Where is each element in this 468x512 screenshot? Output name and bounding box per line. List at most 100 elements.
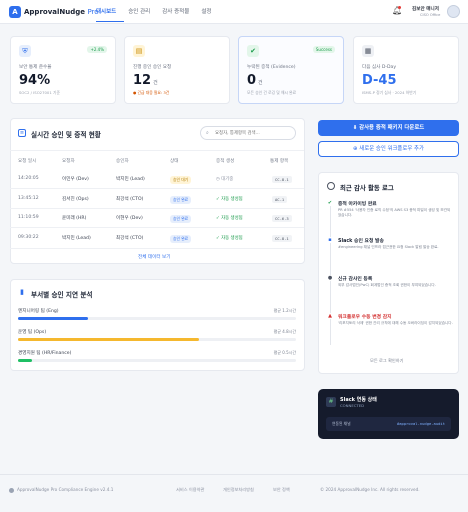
delay-dept: 운영 팀 (Ops) — [18, 330, 47, 335]
cell-time: 14:20:05 — [18, 176, 39, 181]
kpi-label: 진행 중인 승인 요청 — [133, 65, 172, 70]
kpi-value-number: 94% — [19, 73, 51, 88]
slack-title: Slack 연동 상태 — [340, 397, 377, 403]
kpi-unit: 건 — [258, 80, 263, 86]
user-role: CISO Office — [420, 13, 441, 17]
kpi-card-audit-dday[interactable]: ▦ 다음 심사 D-Day D-45 ISMS-P 정기 심사 · 2024 하반기 — [353, 36, 459, 104]
brand-logo-icon[interactable]: A — [9, 6, 21, 18]
delay-bar-track — [18, 359, 296, 362]
row-divider — [10, 227, 304, 228]
footer-link-security[interactable]: 보안 정책 — [273, 487, 290, 493]
col-time: 요청 일시 — [18, 159, 37, 164]
notification-dot — [398, 6, 401, 9]
kpi-subtext: 모든 승인 건 로깅 및 해시 완료 — [247, 90, 297, 95]
slack-status: CONNECTED — [340, 403, 365, 408]
audit-log-title: 최근 감사 활동 로그 — [340, 184, 394, 192]
col-status: 상태 — [170, 159, 179, 164]
cell-requester: 윤미래 (HR) — [62, 216, 87, 221]
slack-channel-value[interactable]: #approval-nudge-audit — [397, 421, 445, 426]
kpi-value-number: 12 — [133, 73, 152, 88]
cell-approver: 이현우 (Dev) — [116, 216, 143, 221]
kpi-unit: 건 — [153, 80, 158, 86]
kpi-subtext: ISMS-P 정기 심사 · 2024 하반기 — [362, 90, 417, 95]
log-body: #engineering 채널 인프라 접근권한 요청 Slack 알림 발송 … — [338, 245, 439, 249]
kpi-value-number: 0 — [247, 73, 257, 88]
check-circle-icon: ✔ — [247, 45, 259, 57]
delay-value: 평균 4.8시간 — [273, 329, 296, 334]
user-avatar[interactable] — [447, 5, 460, 18]
delay-bar-fill — [18, 338, 199, 341]
log-body: PR #554 '사용자 인증 로직 수정'의 AWS S3 증적 파일이 생성… — [338, 208, 451, 217]
main-nav: 대시보드 승인 관리 감사 증적물 설정 — [96, 7, 223, 22]
kpi-card-pending[interactable]: ▤ 진행 중인 승인 요청 12 건 ● 긴급 대응 필요: 3건 — [124, 36, 230, 104]
kpi-value: 94% — [19, 73, 52, 88]
brand-name-text: ApprovalNudge — [24, 8, 85, 16]
cell-approver: 박지민 (Lead) — [116, 177, 145, 182]
footer-engine: ApprovalNudge Pro Compliance Engine v2.4… — [17, 487, 114, 492]
nav-settings[interactable]: 설정 — [201, 7, 219, 22]
footer-link-privacy[interactable]: 개인정보처리방침 — [223, 487, 254, 493]
log-heading: Slack 승인 요청 발송 — [338, 239, 384, 244]
delay-bar-track — [18, 317, 296, 320]
col-approver: 승인자 — [116, 159, 129, 164]
footer-divider — [0, 474, 468, 475]
evidence-status: ◷ 대기중 — [216, 177, 234, 182]
kpi-value: 12 건 — [133, 73, 158, 88]
nav-dashboard[interactable]: 대시보드 — [96, 7, 125, 22]
delay-value: 평균 1.2시간 — [273, 308, 296, 313]
download-evidence-button[interactable]: ⬇ 감사용 증적 패키지 다운로드 — [318, 120, 459, 136]
slack-icon: # — [326, 397, 336, 407]
control-id: CC-8.1 — [272, 176, 292, 183]
user-name: 김보안 매니저 — [412, 7, 439, 12]
message-icon: ▪ — [327, 237, 333, 243]
nav-approvals[interactable]: 승인 관리 — [128, 7, 158, 22]
slack-channel-row: 연동된 채널 #approval-nudge-audit — [326, 417, 451, 431]
kpi-value: D-45 — [362, 73, 399, 88]
kpi-card-evidence[interactable]: ✔ Success 누락된 증적 (Evidence) 0 건 모든 승인 건 로깅 및 … — [238, 36, 344, 104]
kpi-label: 다음 심사 D-Day — [362, 65, 397, 70]
view-all-logs-link[interactable]: 모든 로그 확인하기 — [370, 358, 403, 364]
kpi-card-compliance[interactable]: ⛨ +2.4% 보안 통제 준수율 94% SOC2 / ISO27001 기준 — [10, 36, 116, 104]
table-header-divider — [10, 150, 304, 151]
list-icon: ≡ — [18, 129, 26, 137]
evidence-status: ✓ 자동 생성됨 — [216, 236, 243, 241]
view-all-link[interactable]: 전체 데이터 보기 — [138, 254, 171, 260]
kpi-value-number: D-45 — [362, 73, 397, 88]
kpi-badge: Success — [312, 46, 335, 53]
timeline-line — [330, 200, 331, 345]
status-badge: 승인 대기 — [170, 176, 192, 184]
bar-chart-icon: ▮ — [20, 288, 24, 296]
delay-dept: 엔지니어링 팀 (Eng) — [18, 309, 59, 314]
row-divider — [10, 208, 304, 209]
shield-icon: ⛨ — [19, 45, 31, 57]
footer-copyright: © 2024 ApprovalNudge Inc. All rights res… — [320, 487, 420, 492]
kpi-subtext: ● 긴급 대응 필요: 3건 — [133, 90, 170, 95]
log-heading: 신규 감사인 등록 — [338, 277, 373, 282]
footer-link-terms[interactable]: 서비스 이용약관 — [176, 487, 204, 493]
cell-time: 13:45:12 — [18, 196, 39, 201]
nav-evidence[interactable]: 감사 증적물 — [162, 7, 197, 22]
col-requester: 요청자 — [62, 159, 75, 164]
search-input[interactable] — [215, 129, 293, 138]
delay-bar-track — [18, 338, 296, 341]
search-box[interactable]: ⌕ — [200, 126, 296, 140]
cell-requester: 박지민 (Lead) — [62, 236, 91, 241]
log-body: 외부 감사법인(PwC) 회계법인 증적 조회 권한이 부여되었습니다. — [338, 283, 436, 287]
table-footer-divider — [10, 248, 304, 249]
warning-icon: ▲ — [327, 313, 333, 319]
control-id: CC-8.1 — [272, 235, 292, 242]
control-id: CC-6.3 — [272, 215, 292, 222]
clock-icon — [327, 182, 335, 190]
kpi-value: 0건 — [247, 73, 263, 88]
delay-dept: 경영지원 팀 (HR/Finance) — [18, 351, 72, 356]
add-workflow-button[interactable]: ⊕ 새로운 승인 워크플로우 추가 — [318, 141, 459, 157]
top-bar: A ApprovalNudge Pro 대시보드 승인 관리 감사 증적물 설정… — [0, 0, 468, 24]
evidence-status: ✓ 자동 생성됨 — [216, 216, 243, 221]
kpi-subtext: SOC2 / ISO27001 기준 — [19, 90, 60, 95]
slack-status-card: # Slack 연동 상태 CONNECTED 연동된 채널 #approval… — [318, 389, 459, 439]
col-control: 통제 항목 — [270, 159, 289, 164]
brand-name[interactable]: ApprovalNudge Pro — [24, 8, 99, 16]
col-evidence: 증적 생성 — [216, 159, 235, 164]
slack-channel-label: 연동된 채널 — [332, 421, 351, 426]
log-heading: 워크플로우 수동 변경 감지 — [338, 315, 392, 320]
